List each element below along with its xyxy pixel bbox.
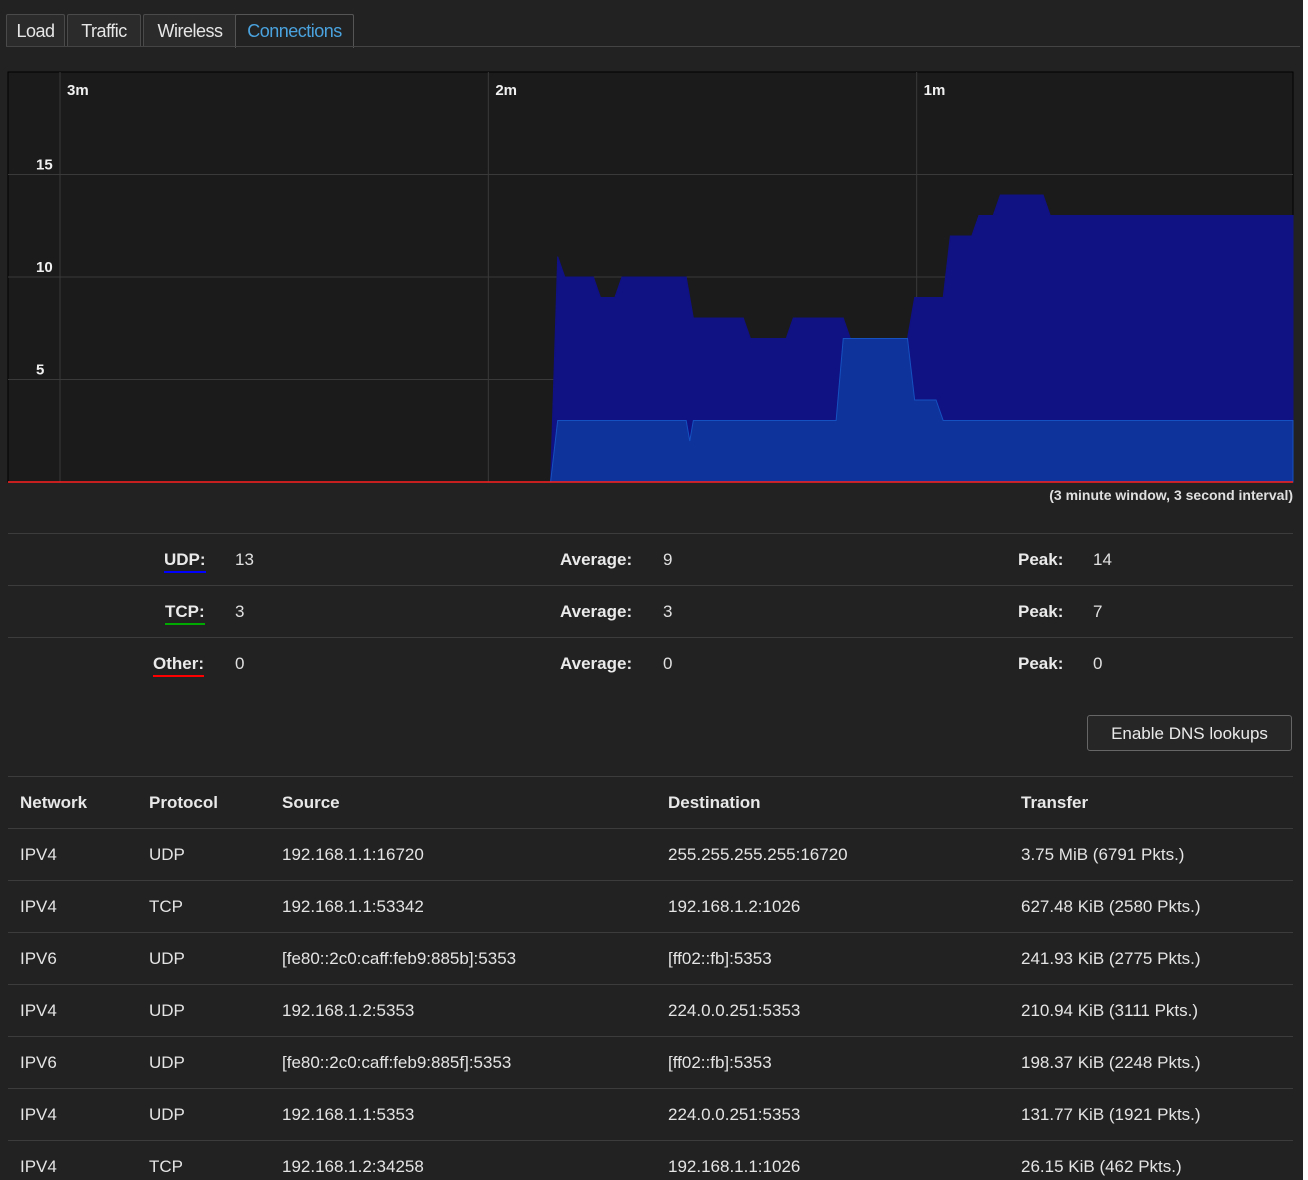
stat-row-other: Other: 0 Average: 0 Peak: 0 xyxy=(8,637,1293,689)
cell-destination: 224.0.0.251:5353 xyxy=(656,1088,1009,1141)
tcp-label: TCP: xyxy=(165,602,205,625)
cell-transfer: 210.94 KiB (3111 Pkts.) xyxy=(1009,984,1293,1037)
cell-network: IPV6 xyxy=(8,932,137,985)
cell-source: [fe80::2c0:caff:feb9:885f]:5353 xyxy=(270,1036,656,1089)
table-row: IPV6 UDP [fe80::2c0:caff:feb9:885b]:5353 [f… xyxy=(8,932,1293,985)
enable-dns-lookups-button[interactable]: Enable DNS lookups xyxy=(1087,715,1292,751)
cell-destination: 192.168.1.1:1026 xyxy=(656,1140,1009,1180)
udp-average-label: Average: xyxy=(560,550,633,569)
tcp-average-label: Average: xyxy=(560,602,633,621)
connections-table: Network Protocol Source Destination Tran… xyxy=(8,776,1293,1180)
stats-table: UDP: 13 Average: 9 Peak: 14 TCP: 3 Avera… xyxy=(8,533,1293,689)
header-source[interactable]: Source xyxy=(270,776,656,829)
y-tick-label: 15 xyxy=(36,157,53,174)
header-protocol[interactable]: Protocol xyxy=(137,776,270,829)
tcp-peak-label: Peak: xyxy=(1018,602,1064,621)
udp-label: UDP: xyxy=(164,550,206,573)
cell-network: IPV4 xyxy=(8,828,137,881)
cell-protocol: UDP xyxy=(137,984,270,1037)
stat-row-udp: UDP: 13 Average: 9 Peak: 14 xyxy=(8,533,1293,585)
table-row: IPV4 TCP 192.168.1.1:53342 192.168.1.2:1026… xyxy=(8,880,1293,933)
tcp-average: 3 xyxy=(663,602,673,621)
cell-protocol: TCP xyxy=(137,1140,270,1180)
cell-protocol: UDP xyxy=(137,932,270,985)
udp-peak-label: Peak: xyxy=(1018,550,1064,569)
cell-transfer: 241.93 KiB (2775 Pkts.) xyxy=(1009,932,1293,985)
cell-protocol: UDP xyxy=(137,828,270,881)
table-row: IPV4 UDP 192.168.1.1:5353 224.0.0.251:5353 1… xyxy=(8,1088,1293,1141)
cell-transfer: 3.75 MiB (6791 Pkts.) xyxy=(1009,828,1293,881)
cell-protocol: UDP xyxy=(137,1036,270,1089)
cell-network: IPV4 xyxy=(8,1088,137,1141)
header-destination[interactable]: Destination xyxy=(656,776,1009,829)
cell-destination: 255.255.255.255:16720 xyxy=(656,828,1009,881)
connections-graph: 3m 2m 1m 15 10 5 xyxy=(7,71,1294,483)
other-average-label: Average: xyxy=(560,654,633,673)
connections-page: Load Traffic Wireless Connections 3m 2m 1m… xyxy=(0,0,1303,1180)
cell-transfer: 26.15 KiB (462 Pkts.) xyxy=(1009,1140,1293,1180)
table-body: IPV4 UDP 192.168.1.1:16720 255.255.255.255:… xyxy=(8,828,1293,1180)
tcp-peak: 7 xyxy=(1093,602,1103,621)
cell-destination: [ff02::fb]:5353 xyxy=(656,932,1009,985)
cell-source: 192.168.1.2:5353 xyxy=(270,984,656,1037)
cell-source: 192.168.1.1:5353 xyxy=(270,1088,656,1141)
other-peak: 0 xyxy=(1093,654,1103,673)
x-tick-label: 3m xyxy=(67,82,89,99)
cell-transfer: 627.48 KiB (2580 Pkts.) xyxy=(1009,880,1293,933)
y-tick-label: 5 xyxy=(36,362,44,379)
other-current: 0 xyxy=(235,654,245,673)
cell-source: 192.168.1.1:53342 xyxy=(270,880,656,933)
other-label: Other: xyxy=(153,654,204,677)
x-tick-label: 1m xyxy=(924,82,946,99)
y-tick-label: 10 xyxy=(36,259,53,276)
header-network[interactable]: Network xyxy=(8,776,137,829)
cell-source: 192.168.1.1:16720 xyxy=(270,828,656,881)
other-peak-label: Peak: xyxy=(1018,654,1064,673)
cell-network: IPV4 xyxy=(8,984,137,1037)
cell-protocol: TCP xyxy=(137,880,270,933)
cell-network: IPV6 xyxy=(8,1036,137,1089)
table-header-row: Network Protocol Source Destination Tran… xyxy=(8,776,1293,829)
udp-average: 9 xyxy=(663,550,673,569)
udp-current: 13 xyxy=(235,550,254,569)
table-row: IPV4 UDP 192.168.1.2:5353 224.0.0.251:5353 2… xyxy=(8,984,1293,1037)
cell-destination: 224.0.0.251:5353 xyxy=(656,984,1009,1037)
cell-source: 192.168.1.2:34258 xyxy=(270,1140,656,1180)
cell-destination: [ff02::fb]:5353 xyxy=(656,1036,1009,1089)
stat-row-tcp: TCP: 3 Average: 3 Peak: 7 xyxy=(8,585,1293,637)
udp-peak: 14 xyxy=(1093,550,1112,569)
table-row: IPV4 TCP 192.168.1.2:34258 192.168.1.1:1026… xyxy=(8,1140,1293,1180)
other-average: 0 xyxy=(663,654,673,673)
tcp-current: 3 xyxy=(235,602,245,621)
cell-destination: 192.168.1.2:1026 xyxy=(656,880,1009,933)
x-tick-label: 2m xyxy=(495,82,517,99)
table-row: IPV6 UDP [fe80::2c0:caff:feb9:885f]:5353 [f… xyxy=(8,1036,1293,1089)
cell-transfer: 198.37 KiB (2248 Pkts.) xyxy=(1009,1036,1293,1089)
cell-transfer: 131.77 KiB (1921 Pkts.) xyxy=(1009,1088,1293,1141)
cell-network: IPV4 xyxy=(8,1140,137,1180)
cell-network: IPV4 xyxy=(8,880,137,933)
table-row: IPV4 UDP 192.168.1.1:16720 255.255.255.255:… xyxy=(8,828,1293,881)
cell-source: [fe80::2c0:caff:feb9:885b]:5353 xyxy=(270,932,656,985)
cell-protocol: UDP xyxy=(137,1088,270,1141)
graph-caption: (3 minute window, 3 second interval) xyxy=(1049,487,1293,503)
header-transfer[interactable]: Transfer xyxy=(1009,776,1293,829)
